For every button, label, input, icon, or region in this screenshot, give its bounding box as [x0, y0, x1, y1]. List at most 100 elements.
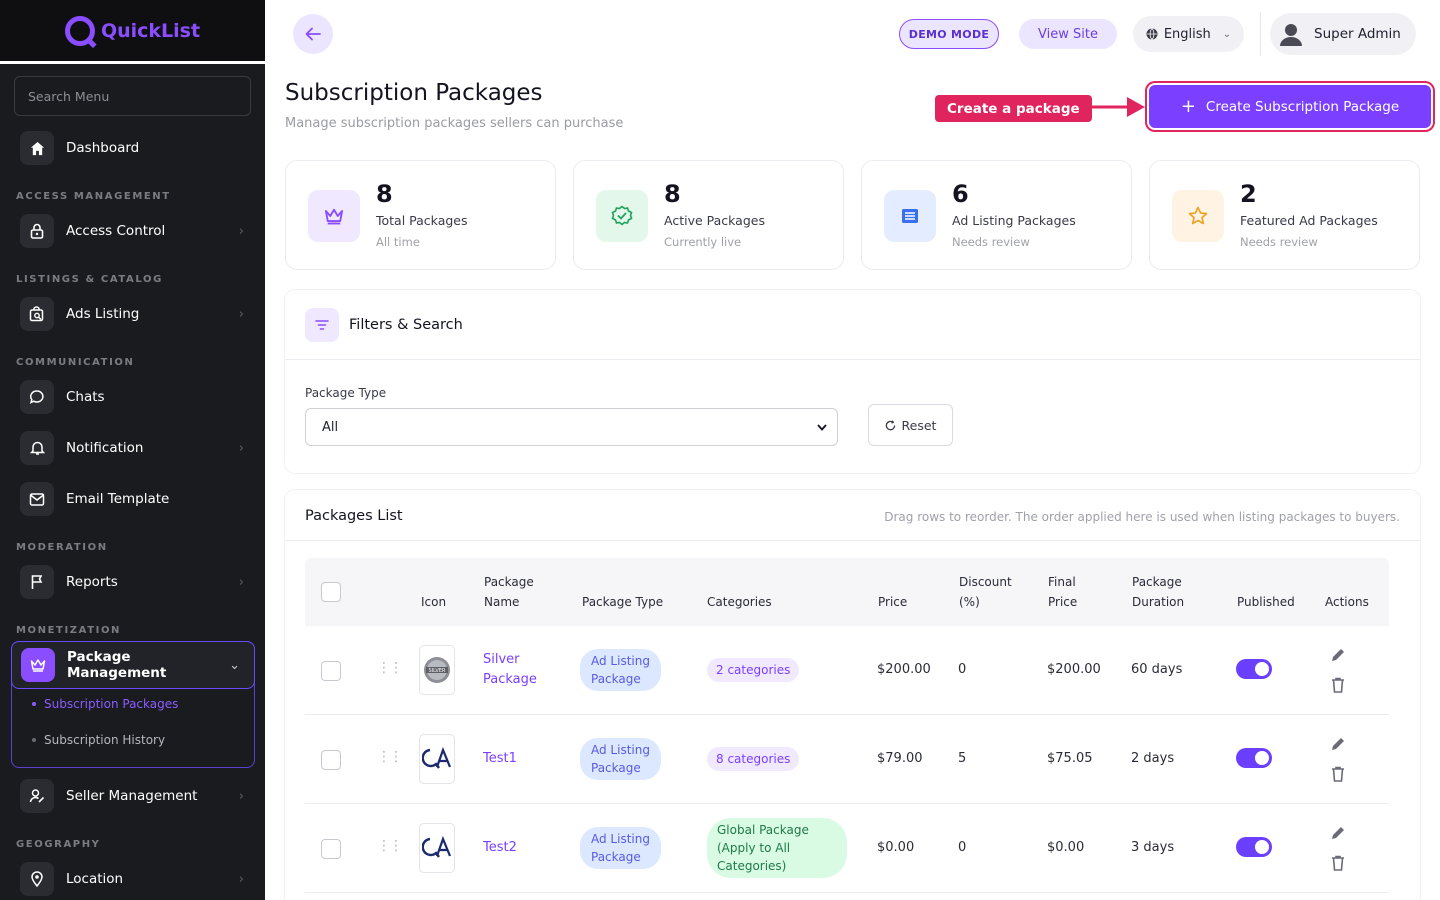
sidebar-item-location[interactable]: Location ›	[20, 862, 250, 896]
global-package-badge[interactable]: Global Package (Apply to All Categories)	[707, 818, 847, 878]
categories-badge[interactable]: 8 categories	[707, 747, 800, 771]
filters-panel: Filters & Search Package Type All Reset	[285, 290, 1420, 473]
edit-icon[interactable]	[1329, 735, 1347, 753]
delete-icon[interactable]	[1329, 765, 1347, 783]
sidebar-item-package-management[interactable]: Package Management ⌄	[11, 641, 255, 689]
logo-text: QuickList	[100, 19, 201, 42]
topbar: DEMO MODE View Site English ⌄ Super Admi…	[265, 0, 1440, 68]
package-name-link[interactable]: Silver Package	[483, 650, 537, 690]
row-checkbox[interactable]	[321, 750, 341, 770]
arrow-left-icon	[305, 27, 321, 41]
delete-icon[interactable]	[1329, 854, 1347, 872]
stat-value: 8	[664, 180, 681, 208]
stat-label: Featured Ad Packages	[1240, 213, 1378, 228]
delete-icon[interactable]	[1329, 676, 1347, 694]
package-type-badge: Ad Listing Package	[580, 827, 661, 869]
th-package-duration[interactable]: Package Duration	[1132, 572, 1184, 612]
language-label: English	[1163, 26, 1211, 42]
logo[interactable]: QuickList	[0, 0, 265, 64]
stat-card-active: 8 Active Packages Currently live	[573, 160, 844, 270]
chevron-right-icon: ›	[238, 788, 244, 804]
duration-cell: 3 days	[1131, 840, 1175, 855]
sidebar-item-email-template[interactable]: Email Template	[20, 482, 250, 516]
th-icon: Icon	[421, 595, 447, 609]
filters-header: Filters & Search	[305, 308, 463, 342]
flag-icon	[20, 565, 54, 599]
package-thumbnail	[419, 823, 455, 873]
drag-handle-icon[interactable]: ⋮⋮	[377, 749, 403, 765]
mail-edit-icon	[20, 482, 54, 516]
price-cell: $79.00	[877, 751, 923, 766]
package-type-value: All	[322, 419, 339, 435]
duration-cell: 60 days	[1131, 662, 1183, 677]
sidebar-item-dashboard[interactable]: Dashboard	[20, 131, 250, 165]
th-package-name[interactable]: Package Name	[484, 572, 534, 612]
page-title: Subscription Packages	[285, 80, 543, 106]
reset-button[interactable]: Reset	[868, 404, 953, 446]
th-discount[interactable]: Discount (%)	[959, 572, 1012, 612]
back-button[interactable]	[293, 14, 333, 54]
edit-icon[interactable]	[1329, 646, 1347, 664]
location-pin-icon	[20, 862, 54, 896]
published-toggle[interactable]	[1236, 748, 1272, 768]
stat-label: Ad Listing Packages	[952, 213, 1076, 228]
main-content: Subscription Packages Manage subscriptio…	[265, 68, 1440, 900]
sidebar-subitem-subscription-packages[interactable]: Subscription Packages	[32, 697, 178, 711]
sidebar-item-notification[interactable]: Notification ›	[20, 431, 250, 465]
stat-card-ad-listing: 6 Ad Listing Packages Needs review	[861, 160, 1132, 270]
sidebar-item-access-control[interactable]: Access Control ›	[20, 214, 250, 248]
language-selector[interactable]: English ⌄	[1133, 16, 1244, 52]
th-categories[interactable]: Categories	[707, 592, 772, 612]
bell-icon	[20, 431, 54, 465]
crown-icon	[308, 190, 360, 242]
package-name-link[interactable]: Test2	[483, 838, 517, 858]
stat-card-featured: 2 Featured Ad Packages Needs review	[1149, 160, 1420, 270]
chat-icon	[20, 380, 54, 414]
final-price-cell: $75.05	[1047, 751, 1093, 766]
th-package-type[interactable]: Package Type	[582, 592, 663, 612]
divider	[285, 359, 1420, 360]
published-toggle[interactable]	[1236, 659, 1272, 679]
edit-icon[interactable]	[1329, 824, 1347, 842]
th-final-price[interactable]: Final Price	[1048, 572, 1077, 612]
package-type-select[interactable]: All	[305, 408, 838, 446]
sidebar-subitem-subscription-history[interactable]: Subscription History	[32, 733, 165, 747]
discount-cell: 5	[958, 751, 967, 766]
sidebar-item-chats[interactable]: Chats	[20, 380, 250, 414]
view-site-button[interactable]: View Site	[1019, 19, 1117, 49]
sidebar-item-reports[interactable]: Reports ›	[20, 565, 250, 599]
th-price[interactable]: Price	[878, 592, 907, 612]
svg-text:SILVER: SILVER	[429, 668, 446, 674]
user-menu[interactable]: Super Admin	[1270, 13, 1416, 55]
sidebar-item-seller-management[interactable]: Seller Management ›	[20, 779, 250, 813]
published-toggle[interactable]	[1236, 837, 1272, 857]
table-row[interactable]: ⋮⋮ Test2 Ad Listing Package Global Packag…	[305, 804, 1389, 893]
table-row[interactable]: ⋮⋮ SILVER Silver Package Ad Listing Packag…	[305, 626, 1389, 715]
qa-logo-icon	[422, 747, 452, 769]
bag-search-icon	[20, 297, 54, 331]
row-checkbox[interactable]	[321, 661, 341, 681]
row-checkbox[interactable]	[321, 839, 341, 859]
table-row[interactable]: ⋮⋮ Test1 Ad Listing Package 8 categories …	[305, 715, 1389, 804]
create-subscription-package-button[interactable]: + Create Subscription Package	[1149, 85, 1431, 128]
stat-value: 2	[1240, 180, 1257, 208]
user-name: Super Admin	[1314, 26, 1401, 42]
package-type-label: Package Type	[305, 386, 387, 400]
filters-title: Filters & Search	[349, 317, 463, 333]
select-all-checkbox[interactable]	[321, 582, 341, 602]
th-published[interactable]: Published	[1237, 592, 1295, 612]
active-dot	[32, 702, 36, 706]
refresh-icon	[885, 419, 895, 430]
drag-handle-icon[interactable]: ⋮⋮	[377, 660, 403, 676]
categories-badge[interactable]: 2 categories	[707, 658, 800, 682]
sidebar-item-ads-listing[interactable]: Ads Listing ›	[20, 297, 250, 331]
stat-card-total: 8 Total Packages All time	[285, 160, 556, 270]
package-name-link[interactable]: Test1	[483, 749, 517, 769]
package-thumbnail	[419, 734, 455, 784]
drag-handle-icon[interactable]: ⋮⋮	[377, 838, 403, 854]
packages-list-hint: Drag rows to reorder. The order applied …	[884, 510, 1400, 524]
package-type-badge: Ad Listing Package	[580, 738, 661, 780]
logo-icon	[64, 15, 95, 46]
chevron-right-icon: ›	[238, 440, 244, 456]
search-menu-input[interactable]: Search Menu	[14, 76, 251, 116]
